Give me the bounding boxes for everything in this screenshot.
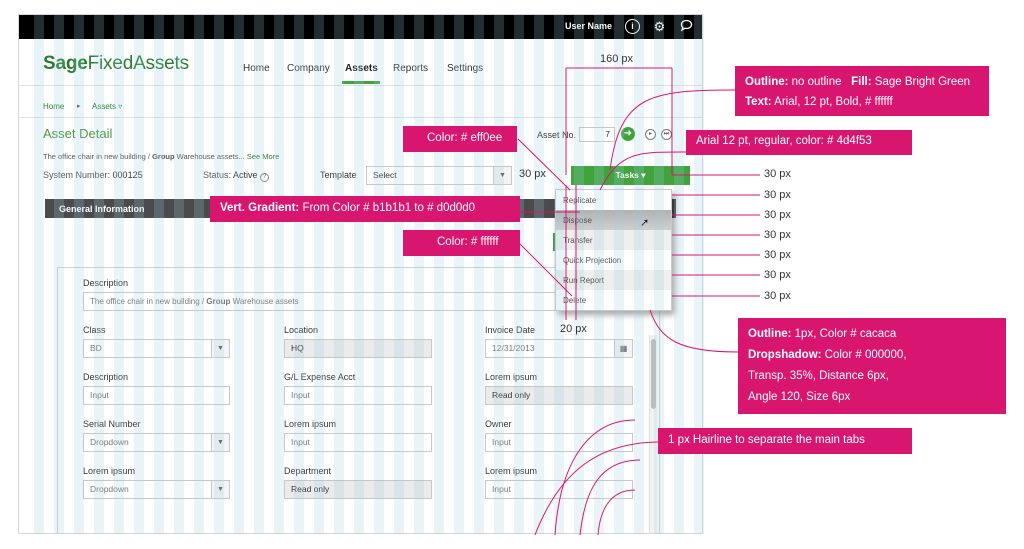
grid-stripe bbox=[674, 14, 684, 534]
grid-stripe bbox=[114, 14, 124, 534]
note-30px-5: 30 px bbox=[764, 249, 791, 261]
note-30px-left: 30 px bbox=[519, 168, 546, 180]
annotation-hairline: 1 px Hairline to separate the main tabs bbox=[658, 428, 912, 454]
grid-stripe bbox=[554, 14, 564, 534]
note-30px-3: 30 px bbox=[764, 209, 791, 221]
note-30px-4: 30 px bbox=[764, 229, 791, 241]
grid-stripe bbox=[194, 14, 204, 534]
ann1-fill-key: Fill: bbox=[851, 76, 872, 88]
grid-stripe bbox=[314, 14, 324, 534]
ann1-text-val: Arial, 12 pt, Bold, # ffffff bbox=[771, 96, 893, 108]
note-20px: 20 px bbox=[560, 323, 587, 335]
grid-stripe bbox=[134, 14, 144, 534]
annotation-color-ffffff: Color: # ffffff bbox=[403, 230, 520, 256]
grid-stripe bbox=[374, 14, 384, 534]
invoice-date-label: Invoice Date bbox=[485, 325, 536, 335]
ann1-outline-key: Outline: bbox=[745, 76, 789, 88]
grid-stripe bbox=[694, 14, 704, 534]
grid-stripe bbox=[514, 14, 524, 534]
grid-stripe bbox=[154, 14, 164, 534]
spec-sheet: User Name i ⚙ SageFixedAssets Home Compa… bbox=[0, 0, 1024, 549]
grid-stripe bbox=[654, 14, 664, 534]
grid-stripe bbox=[454, 14, 464, 534]
grid-stripe bbox=[274, 14, 284, 534]
ann1-text-key: Text: bbox=[745, 96, 772, 108]
note-30px-2: 30 px bbox=[764, 189, 791, 201]
ann6-shadow-key: Dropshadow: bbox=[748, 349, 822, 361]
lorem2-label: Lorem ipsum bbox=[284, 419, 337, 429]
grid-stripe bbox=[254, 14, 264, 534]
grid-stripe bbox=[354, 14, 364, 534]
description-field-text: The office chair in new building / bbox=[90, 297, 207, 306]
grid-stripe bbox=[634, 14, 644, 534]
ann6-outline-val: 1px, Color # cacaca bbox=[791, 328, 897, 340]
lorem3-label: Lorem ipsum bbox=[83, 466, 136, 476]
grid-stripe bbox=[594, 14, 604, 534]
annotation-vert-gradient: Vert. Gradient: From Color # b1b1b1 to #… bbox=[210, 196, 520, 222]
tasks-button[interactable]: Tasks ▾ bbox=[571, 166, 690, 185]
note-160px: 160 px bbox=[600, 53, 634, 65]
note-30px-7: 30 px bbox=[764, 290, 791, 302]
ann6-line3: Transp. 35%, Distance 6px, bbox=[748, 370, 889, 382]
ann1-outline-val: no outline bbox=[788, 76, 842, 88]
grid-stripe bbox=[434, 14, 444, 534]
grid-stripe bbox=[394, 14, 404, 534]
grid-stripe bbox=[174, 14, 184, 534]
ann6-line4: Angle 120, Size 6px bbox=[748, 391, 851, 403]
note-30px-1: 30 px bbox=[764, 168, 791, 180]
grid-stripe bbox=[574, 14, 584, 534]
serial-number-label: Serial Number bbox=[83, 419, 141, 429]
annotation-tasks-button: Outline: no outline Fill: Sage Bright Gr… bbox=[735, 66, 989, 116]
grid-stripe bbox=[494, 14, 504, 534]
grid-stripe bbox=[214, 14, 224, 534]
grid-stripe bbox=[294, 14, 304, 534]
grid-stripe bbox=[334, 14, 344, 534]
ann1-fill-val: Sage Bright Green bbox=[871, 76, 971, 88]
ann6-outline-key: Outline: bbox=[748, 328, 792, 340]
lorem1-label: Lorem ipsum bbox=[485, 372, 538, 382]
ann4-key: Vert. Gradient: bbox=[220, 202, 300, 214]
grid-stripe bbox=[34, 14, 44, 534]
grid-stripe bbox=[614, 14, 624, 534]
grid-stripe bbox=[414, 14, 424, 534]
user-name[interactable]: User Name bbox=[565, 21, 612, 31]
grid-stripe bbox=[94, 14, 104, 534]
ann6-shadow-val: Color # 000000, bbox=[821, 349, 907, 361]
grid-stripe bbox=[234, 14, 244, 534]
grid-stripe bbox=[474, 14, 484, 534]
annotation-menu-outline: Outline: 1px, Color # cacaca Dropshadow:… bbox=[738, 318, 1006, 414]
grid-stripe bbox=[534, 14, 544, 534]
lorem4-label: Lorem ipsum bbox=[485, 466, 538, 476]
ann4-val: From Color # b1b1b1 to # d0d0d0 bbox=[299, 202, 476, 214]
annotation-color-eff0ee: Color: # eff0ee bbox=[403, 126, 517, 152]
grid-stripe bbox=[74, 14, 84, 534]
annotation-menu-font: Arial 12 pt, regular, color: # 4d4f53 bbox=[686, 130, 912, 155]
grid-stripe bbox=[54, 14, 64, 534]
note-30px-6: 30 px bbox=[764, 269, 791, 281]
